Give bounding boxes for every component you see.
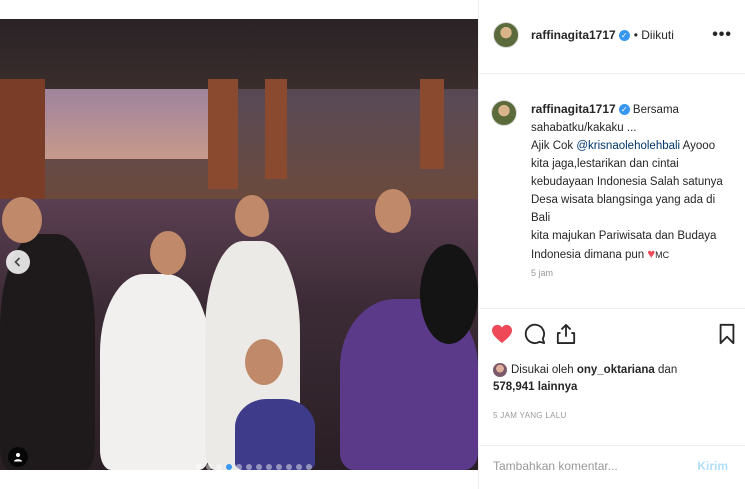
bookmark-icon — [719, 323, 735, 345]
post-side-panel: raffinagita1717 ✓ • Diikuti ••• raffinag… — [478, 0, 745, 489]
liker-avatar — [493, 362, 507, 377]
caption-line: kebudayaan Indonesia Salah satunya — [531, 176, 723, 188]
caption-line: MC — [655, 250, 670, 260]
liker-link[interactable]: ony_oktariana — [577, 364, 655, 376]
carousel-prev-button[interactable] — [6, 250, 30, 274]
carousel-dot — [306, 464, 312, 470]
post-photo[interactable] — [0, 19, 478, 470]
follow-status[interactable]: • Diikuti — [634, 28, 674, 42]
photo-person-head — [2, 197, 42, 243]
bookmark-button[interactable] — [714, 320, 740, 348]
photo-person-head — [150, 231, 186, 275]
heart-emoji: ♥ — [647, 246, 656, 261]
username-link[interactable]: raffinagita1717 — [531, 28, 616, 42]
photo-camera — [420, 244, 478, 344]
carousel-dot — [256, 464, 262, 470]
comment-form: Kirim — [479, 446, 745, 489]
carousel-dot — [266, 464, 272, 470]
carousel-dot — [216, 464, 222, 470]
likes-summary: Disukai oleh ony_oktariana dan 578,941 l… — [493, 362, 677, 396]
photo-person-head — [245, 339, 283, 385]
carousel-dot — [206, 464, 212, 470]
caption-line: sahabatku/kakaku ... — [531, 122, 637, 134]
caption-line: kita jaga,lestarikan dan cintai — [531, 158, 679, 170]
carousel-dot — [286, 464, 292, 470]
divider — [479, 308, 745, 309]
verified-icon: ✓ — [618, 104, 630, 116]
comment-input[interactable] — [491, 458, 685, 474]
caption-text: raffinagita1717 ✓ Bersama sahabatku/kakak… — [531, 100, 736, 282]
caption-line: Bersama — [632, 104, 679, 116]
caption-line: kita majukan Pariwisata dan Budaya — [531, 230, 717, 242]
caption-area: raffinagita1717 ✓ Bersama sahabatku/kakak… — [491, 100, 739, 304]
caption-line: Indonesia dimana pun — [531, 249, 648, 261]
avatar[interactable] — [493, 22, 519, 48]
caption-mention-link[interactable]: @krisnaoleholehbali — [576, 140, 680, 152]
caption-line: Ayooo — [680, 140, 716, 152]
carousel-indicator — [196, 464, 312, 470]
carousel-dot — [246, 464, 252, 470]
user-tag-icon — [14, 453, 22, 462]
carousel-dot — [296, 464, 302, 470]
photo-person-head — [375, 189, 411, 233]
caption-username[interactable]: raffinagita1717 — [531, 102, 616, 116]
comment-icon — [524, 323, 546, 345]
photo-roof — [0, 19, 478, 89]
comment-button[interactable] — [522, 320, 548, 348]
caption-line: Bali — [531, 212, 551, 224]
share-button[interactable] — [553, 320, 579, 348]
photo-pillar — [208, 79, 238, 189]
divider — [479, 73, 745, 74]
likes-prefix: Disukai oleh — [511, 364, 577, 376]
chevron-left-icon — [14, 257, 21, 267]
caption-time: 5 jam — [531, 268, 554, 278]
action-bar — [479, 320, 745, 354]
photo-pillar — [420, 79, 444, 169]
carousel-dot — [196, 464, 202, 470]
carousel-dot — [276, 464, 282, 470]
carousel-dot — [236, 464, 242, 470]
more-icon[interactable]: ••• — [712, 26, 732, 44]
photo-person — [235, 399, 315, 470]
like-button[interactable] — [489, 320, 515, 348]
verified-icon: ✓ — [618, 29, 630, 41]
heart-icon — [492, 324, 512, 344]
photo-pillar — [265, 79, 287, 179]
post-comment-button[interactable]: Kirim — [691, 458, 734, 474]
post-timestamp[interactable]: 5 JAM YANG LALU — [493, 411, 567, 420]
likes-middle: dan — [654, 364, 678, 376]
caption-line: Ajik Cok — [531, 140, 577, 152]
caption-line: Desa wisata blangsinga yang ada di — [531, 194, 716, 206]
user-tag-button[interactable] — [8, 447, 28, 467]
photo-person-head — [235, 195, 269, 237]
photo-person — [100, 274, 210, 470]
avatar[interactable] — [491, 100, 517, 126]
share-icon — [556, 323, 576, 344]
carousel-dot — [226, 464, 232, 470]
post-header: raffinagita1717 ✓ • Diikuti ••• — [479, 14, 745, 56]
likes-count-link[interactable]: 578,941 lainnya — [493, 381, 577, 393]
